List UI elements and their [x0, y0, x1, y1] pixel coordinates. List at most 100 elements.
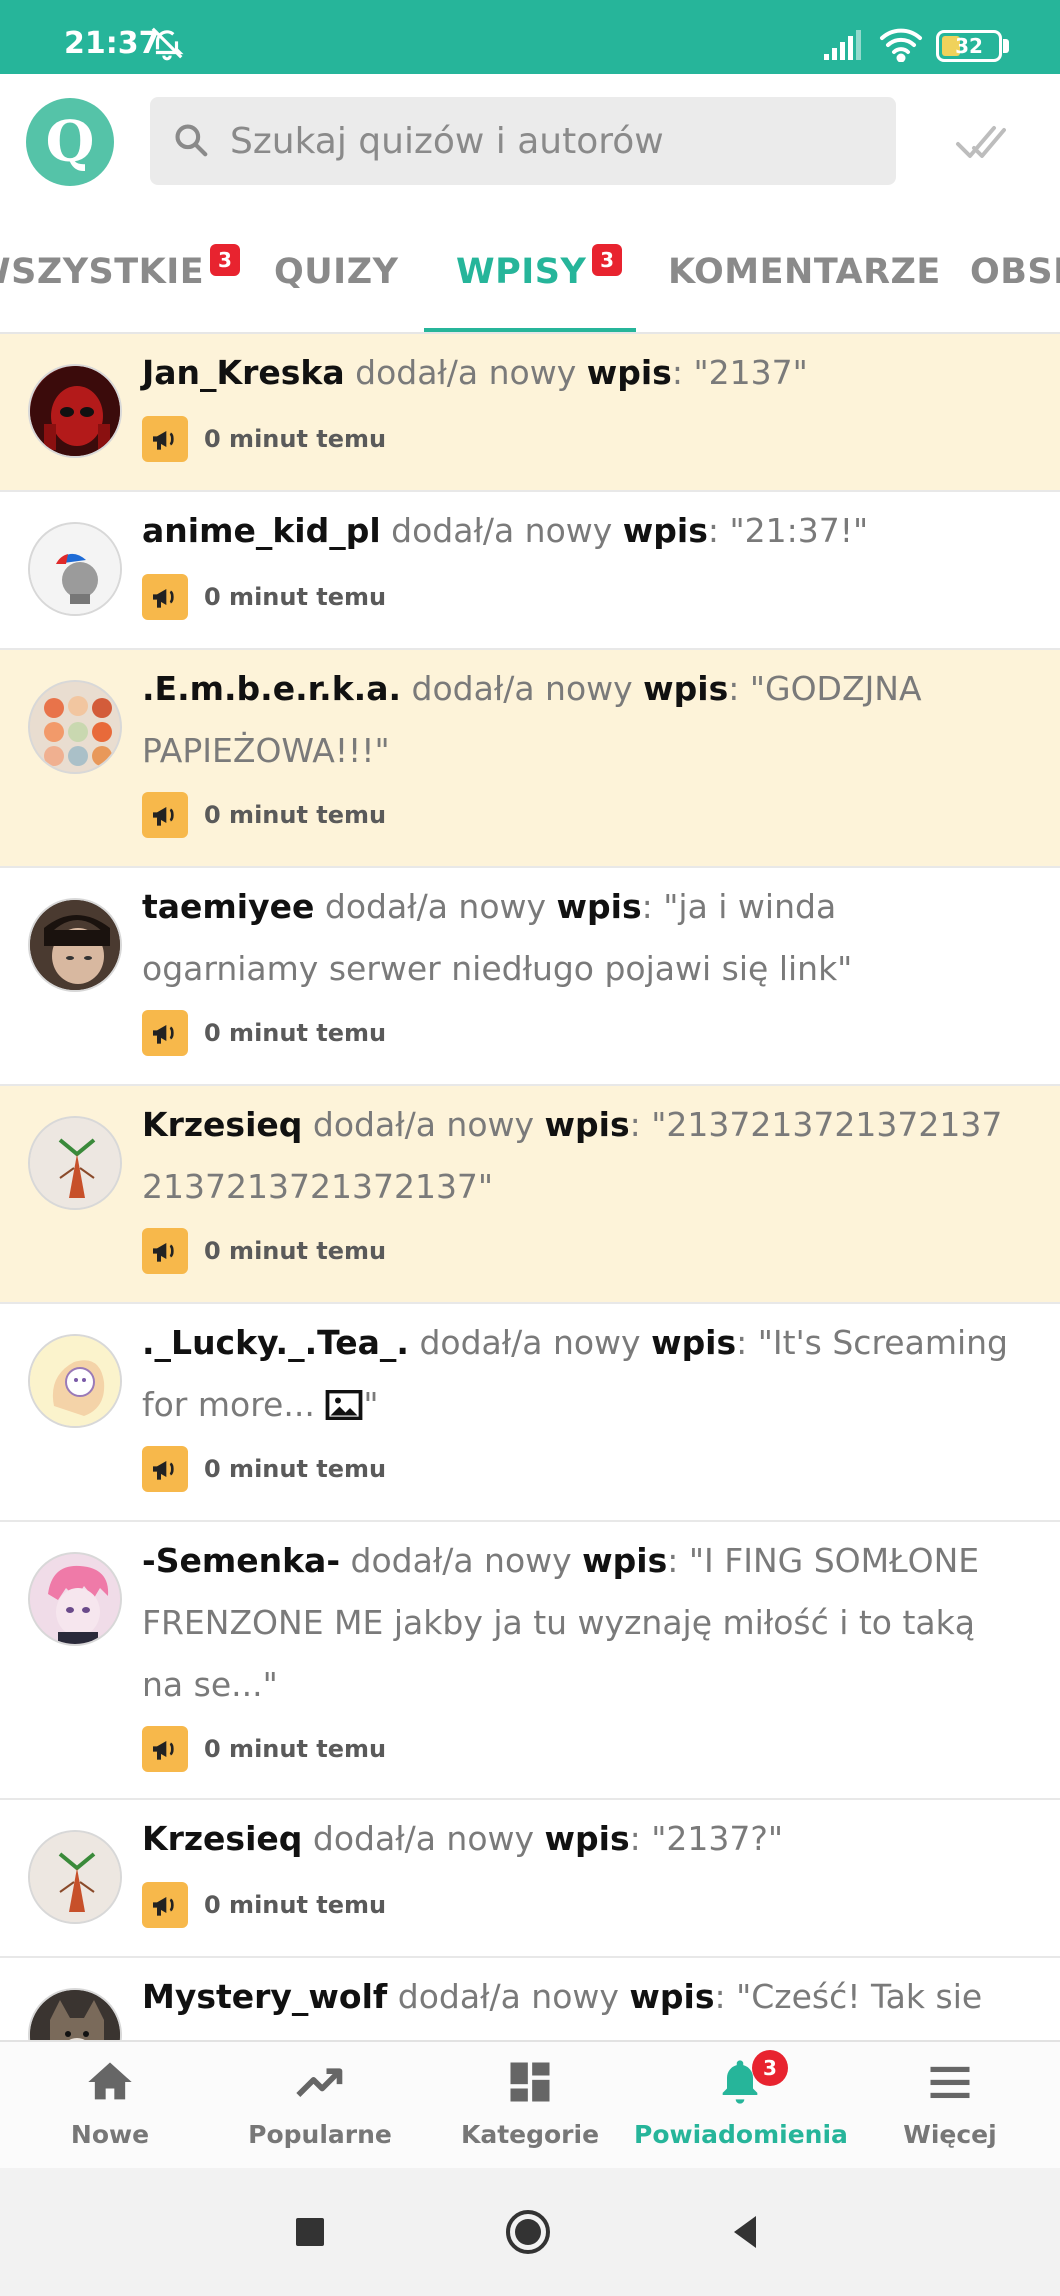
- avatar[interactable]: [28, 1552, 122, 1646]
- search-input[interactable]: [230, 97, 870, 185]
- tab-posts-badge: 3: [592, 244, 623, 276]
- tab-comments[interactable]: KOMENTARZE: [668, 210, 941, 332]
- notification-type: wpis: [556, 887, 642, 926]
- megaphone-icon: [142, 416, 188, 462]
- notification-content: "21:37!": [729, 511, 869, 550]
- notification-item[interactable]: taemiyee dodał/a nowy wpis: "ja i winda …: [0, 868, 1060, 1086]
- nav-new-label: Nowe: [70, 2120, 150, 2149]
- nav-categories[interactable]: Kategorie: [424, 2042, 636, 2170]
- grid-icon: [510, 2062, 550, 2102]
- notification-author[interactable]: anime_kid_pl: [142, 511, 381, 550]
- notification-author[interactable]: Krzesieq: [142, 1105, 302, 1144]
- notification-item[interactable]: -Semenka- dodał/a nowy wpis: "I FING SOM…: [0, 1522, 1060, 1800]
- notification-type: wpis: [622, 511, 708, 550]
- tab-posts[interactable]: WPISY 3: [456, 210, 623, 332]
- wifi-icon: [880, 28, 922, 62]
- app-header: Q: [0, 74, 1060, 210]
- notification-type: wpis: [582, 1541, 668, 1580]
- notification-action: dodał/a nowy: [324, 887, 547, 926]
- nav-notifications[interactable]: 3 Powiadomienia: [634, 2042, 848, 2170]
- nav-new[interactable]: Nowe: [4, 2042, 216, 2170]
- bottom-navigation: Nowe Popularne Kategorie 3 Powiadomienia…: [0, 2040, 1060, 2168]
- notification-type: wpis: [544, 1105, 630, 1144]
- notification-action: dodał/a nowy: [397, 1977, 619, 2016]
- avatar[interactable]: [28, 364, 122, 458]
- home-button-icon[interactable]: [504, 2208, 552, 2256]
- image-icon: [325, 1389, 363, 1421]
- battery-icon: 32: [936, 30, 1002, 62]
- notification-time: 0 minut temu: [204, 801, 387, 829]
- search-bar[interactable]: [150, 97, 896, 185]
- nav-popular[interactable]: Popularne: [214, 2042, 426, 2170]
- megaphone-icon: [142, 1882, 188, 1928]
- notification-item[interactable]: Krzesieq dodał/a nowy wpis: "2137?" 0 mi…: [0, 1800, 1060, 1958]
- notification-action: dodał/a nowy: [355, 353, 577, 392]
- system-navigation-bar: [0, 2168, 1060, 2296]
- notification-item[interactable]: Mystery_wolf dodał/a nowy wpis: "Cześć! …: [0, 1958, 1060, 2040]
- tab-followers[interactable]: OBSERWUJĄCY: [970, 210, 1060, 332]
- recents-icon[interactable]: [286, 2208, 334, 2256]
- notification-author[interactable]: Mystery_wolf: [142, 1977, 387, 2016]
- notification-text: Krzesieq dodał/a nowy wpis: "21372137213…: [142, 1105, 1003, 1206]
- notification-time: 0 minut temu: [204, 1891, 387, 1919]
- notification-type: wpis: [643, 669, 729, 708]
- notification-action: dodał/a nowy: [312, 1105, 535, 1144]
- notification-author[interactable]: ._Lucky._.Tea_.: [142, 1323, 409, 1362]
- avatar[interactable]: [28, 680, 122, 774]
- mark-all-read-icon[interactable]: [954, 118, 1006, 166]
- avatar[interactable]: [28, 522, 122, 616]
- notification-type: wpis: [544, 1819, 630, 1858]
- notification-item[interactable]: Krzesieq dodał/a nowy wpis: "21372137213…: [0, 1086, 1060, 1304]
- notification-author[interactable]: Krzesieq: [142, 1819, 302, 1858]
- bell-off-icon: [151, 27, 184, 61]
- nav-popular-label: Popularne: [248, 2120, 392, 2149]
- notification-item[interactable]: ._Lucky._.Tea_. dodał/a nowy wpis: "It's…: [0, 1304, 1060, 1522]
- notification-author[interactable]: Jan_Kreska: [142, 353, 345, 392]
- notification-meta: 0 minut temu: [142, 792, 386, 838]
- nav-more[interactable]: Więcej: [844, 2042, 1056, 2170]
- back-icon[interactable]: [722, 2208, 770, 2256]
- nav-categories-label: Kategorie: [460, 2120, 600, 2149]
- notification-meta: 0 minut temu: [142, 1446, 386, 1492]
- megaphone-icon: [142, 1726, 188, 1772]
- notification-text: Krzesieq dodał/a nowy wpis: "2137?": [142, 1819, 784, 1858]
- notification-text: Jan_Kreska dodał/a nowy wpis: "2137": [142, 353, 808, 392]
- app-logo[interactable]: Q: [26, 98, 114, 186]
- notification-action: dodał/a nowy: [391, 511, 613, 550]
- notification-text: ._Lucky._.Tea_. dodał/a nowy wpis: "It's…: [142, 1323, 1008, 1424]
- menu-icon: [930, 2066, 970, 2099]
- notification-type: wpis: [629, 1977, 715, 2016]
- notification-meta: 0 minut temu: [142, 1726, 386, 1772]
- signal-icon: [824, 30, 861, 60]
- notification-item[interactable]: Jan_Kreska dodał/a nowy wpis: "2137" 0 m…: [0, 334, 1060, 492]
- trending-icon: [296, 2068, 343, 2097]
- tab-all-label: WSZYSTKIE: [0, 252, 205, 292]
- tab-quizzes[interactable]: QUIZY: [274, 210, 398, 332]
- notification-item[interactable]: .E.m.b.e.r.k.a. dodał/a nowy wpis: "GODZ…: [0, 650, 1060, 868]
- avatar[interactable]: [28, 1334, 122, 1428]
- notification-time: 0 minut temu: [204, 583, 387, 611]
- tab-all-badge: 3: [210, 244, 241, 276]
- notification-item[interactable]: anime_kid_pl dodał/a nowy wpis: "21:37!"…: [0, 492, 1060, 650]
- notification-content-end: ": [363, 1385, 379, 1424]
- notification-list: Jan_Kreska dodał/a nowy wpis: "2137" 0 m…: [0, 334, 1060, 2040]
- megaphone-icon: [142, 1010, 188, 1056]
- tab-all[interactable]: WSZYSTKIE3: [0, 210, 241, 332]
- notification-time: 0 minut temu: [204, 425, 387, 453]
- notification-time: 0 minut temu: [204, 1735, 387, 1763]
- tab-followers-label: OBSERWUJĄCY: [970, 252, 1060, 292]
- nav-notifications-badge: 3: [752, 2050, 788, 2086]
- notification-time: 0 minut temu: [204, 1237, 387, 1265]
- avatar[interactable]: [28, 1830, 122, 1924]
- notification-text: -Semenka- dodał/a nowy wpis: "I FING SOM…: [142, 1541, 980, 1704]
- notification-author[interactable]: -Semenka-: [142, 1541, 340, 1580]
- notification-time: 0 minut temu: [204, 1019, 387, 1047]
- avatar[interactable]: [28, 898, 122, 992]
- megaphone-icon: [142, 574, 188, 620]
- battery-level: 32: [955, 34, 983, 58]
- avatar[interactable]: [28, 1116, 122, 1210]
- notification-author[interactable]: .E.m.b.e.r.k.a.: [142, 669, 401, 708]
- notification-author[interactable]: taemiyee: [142, 887, 314, 926]
- status-time: 21:37: [64, 26, 160, 61]
- avatar[interactable]: [28, 1988, 122, 2040]
